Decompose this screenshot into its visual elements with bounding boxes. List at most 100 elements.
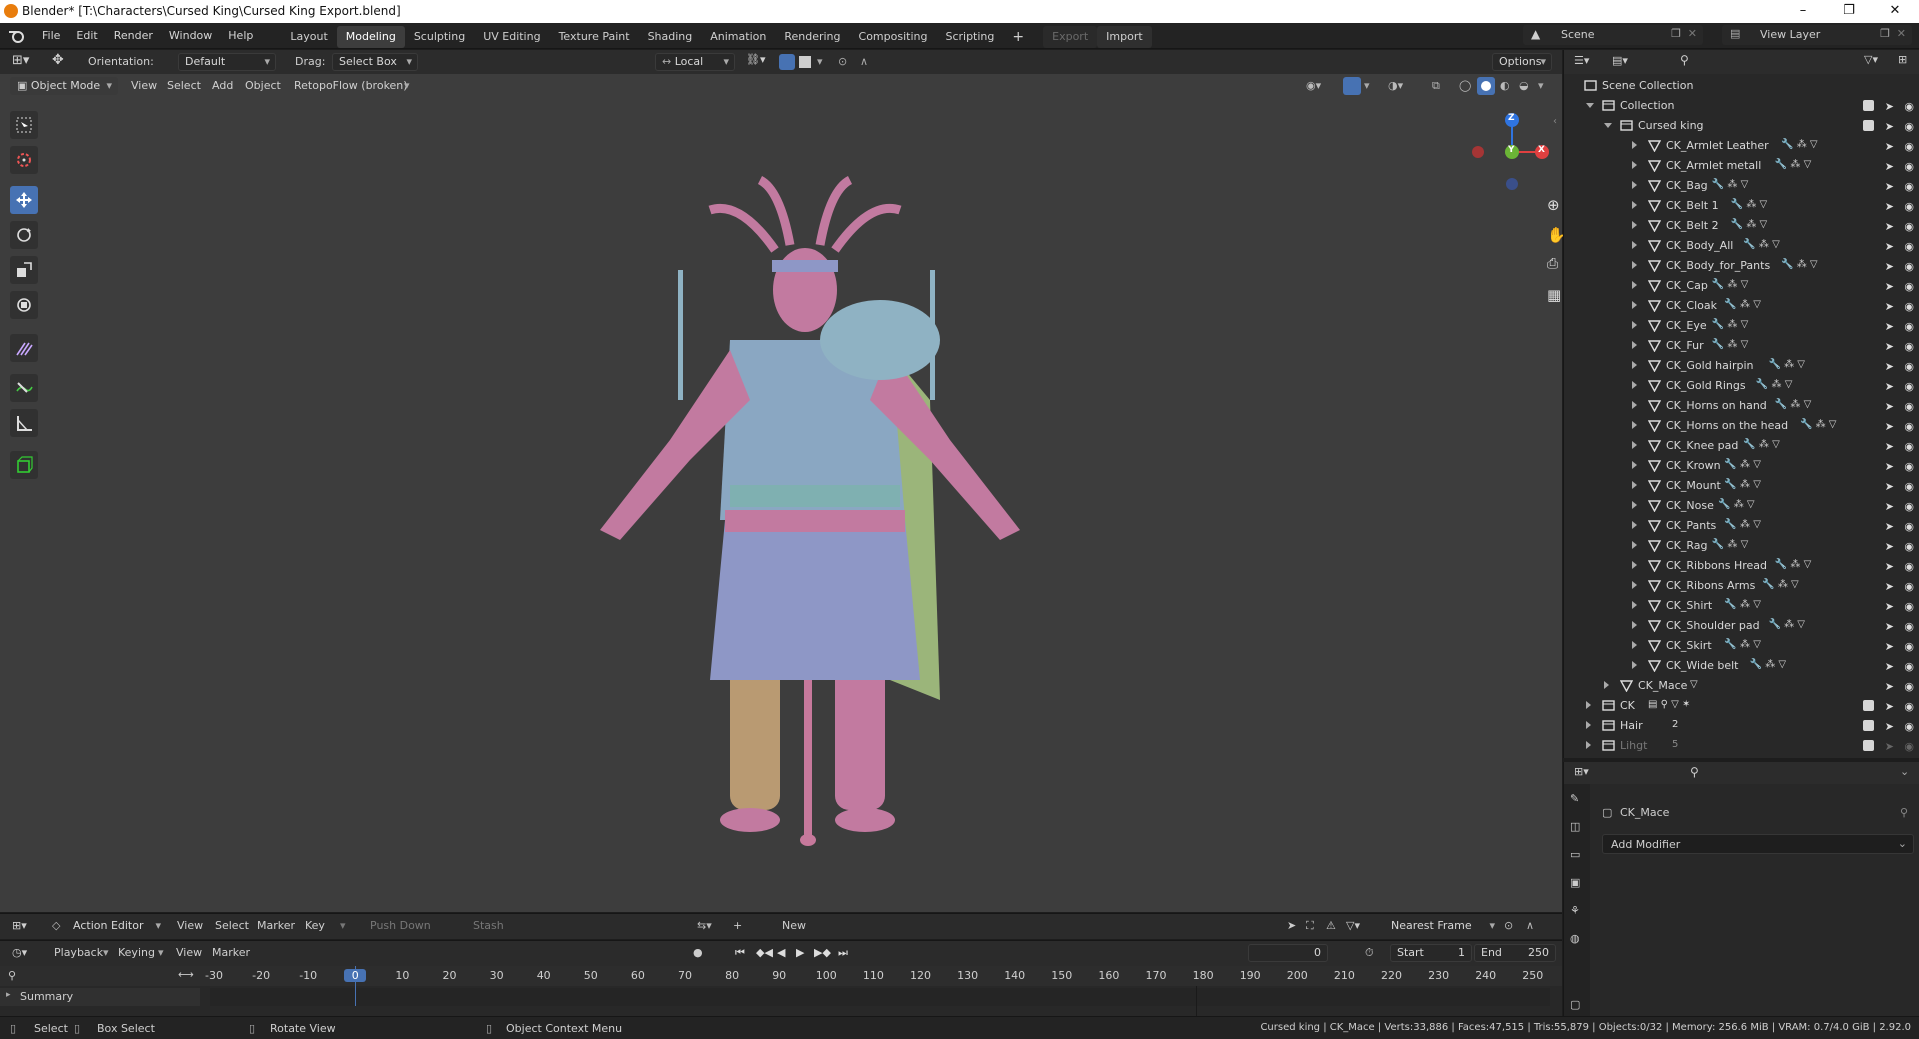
outliner-row[interactable]: CK_Shoulder pad 🔧 ⁂ ▽ ➤ ◉ — [1564, 616, 1919, 636]
modifier-icons[interactable]: 🔧 ⁂ ▽ — [1724, 599, 1761, 610]
visibility-eye-icon[interactable]: ◉ — [1904, 380, 1914, 393]
selectable-toggle-icon[interactable]: ➤ — [1885, 620, 1894, 633]
outliner-row[interactable]: CK_Eye 🔧 ⁂ ▽ ➤ ◉ — [1564, 316, 1919, 336]
outliner-row[interactable]: CK_Armlet Leather 🔧 ⁂ ▽ ➤ ◉ — [1564, 136, 1919, 156]
menu-window[interactable]: Window — [161, 23, 220, 49]
select-box-tool[interactable] — [10, 111, 38, 139]
selectable-toggle-icon[interactable]: ➤ — [1885, 600, 1894, 613]
outliner-row[interactable]: CK_Bag 🔧 ⁂ ▽ ➤ ◉ — [1564, 176, 1919, 196]
add-modifier-dropdown[interactable]: Add Modifier ⌄ — [1602, 834, 1914, 854]
selectable-toggle-icon[interactable]: ➤ — [1885, 440, 1894, 453]
material-shading-icon[interactable]: ◐ — [1500, 79, 1510, 92]
expand-arrow-icon[interactable] — [1632, 621, 1637, 629]
visibility-eye-icon[interactable]: ◉ — [1904, 540, 1914, 553]
close-icon[interactable]: ✕ — [1688, 27, 1697, 40]
visibility-eye-icon[interactable]: ◉ — [1904, 720, 1914, 733]
expand-arrow-icon[interactable] — [1632, 161, 1637, 169]
expand-arrow-icon[interactable] — [1632, 261, 1637, 269]
close-button[interactable]: ✕ — [1872, 0, 1918, 23]
outliner-editor-icon[interactable]: ☰▾ — [1574, 54, 1589, 67]
xray-icon[interactable]: ⧉ — [1432, 79, 1440, 93]
pivot-dropdown[interactable]: ↔ Local ▾ — [655, 53, 735, 71]
outliner-row[interactable]: Collection ➤ ◉ — [1564, 96, 1919, 116]
modifier-icons[interactable]: 🔧 ⁂ ▽ — [1743, 439, 1780, 450]
frame-select-icon[interactable]: ⛶ — [1306, 919, 1314, 933]
visibility-eye-icon[interactable]: ◉ — [1904, 640, 1914, 653]
pin-icon[interactable]: ⚲ — [1900, 806, 1908, 819]
modifier-icons[interactable]: 🔧 ⁂ ▽ — [1724, 639, 1761, 650]
outliner[interactable]: ☰▾ ▤▾ ⚲ ▽▾ ⊞ Scene Collection Collection ➤… — [1563, 50, 1919, 758]
add-cube-tool[interactable] — [10, 451, 38, 479]
character-model[interactable] — [560, 140, 1080, 860]
keyframe-area[interactable] — [210, 988, 1550, 1006]
expand-arrow-icon[interactable] — [1632, 421, 1637, 429]
expand-arrow-icon[interactable] — [1632, 381, 1637, 389]
sidebar-toggle-icon[interactable]: ‹ — [1553, 116, 1557, 127]
outliner-row[interactable]: Lihgt 5 ➤ ◉ — [1564, 736, 1919, 756]
view-layer-tab-icon[interactable]: ▣ — [1570, 876, 1580, 889]
chevron-down-icon[interactable]: ⌄ — [1900, 765, 1909, 778]
visibility-eye-icon[interactable]: ◉ — [1904, 260, 1914, 273]
visibility-eye-icon[interactable]: ◉ — [1904, 200, 1914, 213]
timeline-body[interactable]: ⚲ ⟷ ▸ Summary -30 -20 -10 0 10 20 30 40 50 60 70 80… — [0, 966, 1562, 1016]
selectable-toggle-icon[interactable]: ➤ — [1885, 360, 1894, 373]
outliner-row[interactable]: CK_Wide belt 🔧 ⁂ ▽ ➤ ◉ — [1564, 656, 1919, 676]
editor-type-icon[interactable]: ⊞▾ — [12, 919, 27, 932]
menu-render[interactable]: Render — [106, 23, 161, 49]
outliner-row[interactable]: CK_Ribbons Hread 🔧 ⁂ ▽ ➤ ◉ — [1564, 556, 1919, 576]
expand-arrow-icon[interactable] — [1632, 641, 1637, 649]
expand-icon[interactable]: ▸ — [6, 990, 11, 1000]
expand-arrow-icon[interactable] — [1632, 241, 1637, 249]
outliner-row[interactable]: CK_Skirt 🔧 ⁂ ▽ ➤ ◉ — [1564, 636, 1919, 656]
visibility-eye-icon[interactable]: ◉ — [1904, 520, 1914, 533]
expand-arrow-icon[interactable] — [1632, 301, 1637, 309]
measure-tool[interactable] — [10, 409, 38, 437]
view-layer-selector[interactable]: ▤ View Layer ❐ ✕ — [1722, 25, 1912, 45]
modifier-icons[interactable]: 🔧 ⁂ ▽ — [1769, 619, 1806, 630]
tab-compositing[interactable]: Compositing — [850, 26, 937, 48]
selectable-toggle-icon[interactable]: ➤ — [1885, 220, 1894, 233]
expand-arrow-icon[interactable] — [1632, 441, 1637, 449]
jump-end-icon[interactable]: ⏭ — [838, 946, 848, 960]
warning-icon[interactable]: ⚠ — [1326, 919, 1336, 932]
selectable-toggle-icon[interactable]: ➤ — [1885, 100, 1894, 113]
retopoflow-menu[interactable]: RetopoFlow (broken) — [294, 79, 408, 92]
selectable-toggle-icon[interactable]: ➤ — [1885, 340, 1894, 353]
close-icon[interactable]: ✕ — [1897, 27, 1906, 40]
selectable-toggle-icon[interactable]: ➤ — [1885, 580, 1894, 593]
add-menu[interactable]: Add — [212, 79, 233, 92]
modifier-icons[interactable]: 🔧 ⁂ ▽ — [1781, 139, 1818, 150]
filter-icon[interactable]: ▽▾ — [1346, 919, 1360, 932]
tool-tab-icon[interactable]: ✎ — [1570, 792, 1579, 805]
selectable-toggle-icon[interactable]: ➤ — [1885, 240, 1894, 253]
modifier-icons[interactable]: 🔧 ⁂ ▽ — [1731, 219, 1768, 230]
solid-shading-icon[interactable] — [1477, 77, 1495, 95]
selectable-toggle-icon[interactable]: ➤ — [1885, 540, 1894, 553]
new-collection-icon[interactable]: ⊞ — [1898, 53, 1907, 66]
outliner-row[interactable]: CK_Cap 🔧 ⁂ ▽ ➤ ◉ — [1564, 276, 1919, 296]
gizmo-dropdown-icon[interactable]: ▾ — [1364, 79, 1370, 92]
tab-texture-paint[interactable]: Texture Paint — [550, 26, 639, 48]
light-count-badge[interactable]: 5 — [1672, 739, 1678, 750]
modifier-icons[interactable]: 🔧 ⁂ ▽ — [1712, 279, 1749, 290]
expand-arrow-icon[interactable] — [1586, 741, 1591, 749]
navigation-gizmo[interactable]: Z Y X — [1470, 106, 1560, 196]
annotate-tool[interactable] — [10, 334, 38, 362]
modifier-icons[interactable]: 🔧 ⁂ ▽ — [1775, 399, 1812, 410]
select-menu[interactable]: Select — [167, 79, 201, 92]
cursor-tool[interactable] — [10, 146, 38, 174]
outliner-row[interactable]: CK ▤ ⚲ ▽ ✶ ➤ ◉ — [1564, 696, 1919, 716]
expand-arrow-icon[interactable] — [1632, 361, 1637, 369]
action-browse-icon[interactable]: ⇆▾ — [697, 919, 712, 932]
options-dropdown[interactable]: Options ▾ — [1492, 53, 1552, 71]
selectable-toggle-icon[interactable]: ➤ — [1885, 700, 1894, 713]
snap-dropdown-icon[interactable]: ▾ — [817, 55, 823, 68]
expand-arrow-icon[interactable] — [1632, 541, 1637, 549]
gizmo-toggle-icon[interactable] — [1343, 77, 1361, 95]
new-action-icon[interactable]: + — [733, 919, 742, 932]
outliner-row[interactable]: CK_Horns on hand 🔧 ⁂ ▽ ➤ ◉ — [1564, 396, 1919, 416]
outliner-row[interactable]: CK_Mount 🔧 ⁂ ▽ ➤ ◉ — [1564, 476, 1919, 496]
exclude-checkbox[interactable] — [1863, 120, 1874, 131]
tab-modeling[interactable]: Modeling — [336, 25, 405, 48]
collapse-arrow-icon[interactable] — [1586, 103, 1594, 108]
